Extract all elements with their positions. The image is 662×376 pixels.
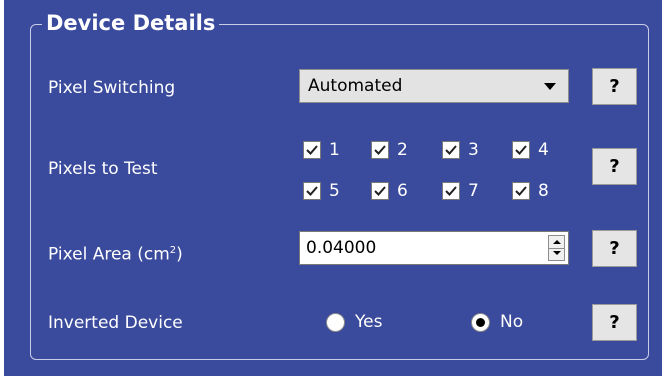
pixel-area-label-text: Pixel Area (cm xyxy=(48,244,170,265)
checkbox-checked-icon xyxy=(303,182,321,200)
pixel-area-value: 0.04000 xyxy=(306,238,377,258)
inverted-no-radio[interactable]: No xyxy=(471,310,523,334)
pixels-to-test-label: Pixels to Test xyxy=(48,159,158,179)
pixel-checkbox-6[interactable]: 6 xyxy=(371,180,408,202)
panel-left-edge xyxy=(0,0,4,376)
pixel-area-label-close: ) xyxy=(176,244,183,265)
checkbox-label: 2 xyxy=(397,140,408,160)
device-details-panel: Device Details Pixel Switching Automated… xyxy=(0,0,662,376)
radio-label-yes: Yes xyxy=(355,312,383,332)
inverted-device-label: Inverted Device xyxy=(48,313,183,333)
checkbox-checked-icon xyxy=(512,182,530,200)
chevron-down-icon xyxy=(544,83,556,90)
inverted-device-help-button[interactable]: ? xyxy=(592,304,637,341)
checkbox-label: 7 xyxy=(468,181,479,201)
spin-arrows xyxy=(548,235,565,261)
pixel-switching-select[interactable]: Automated xyxy=(299,69,569,103)
checkbox-checked-icon xyxy=(442,141,460,159)
checkbox-label: 3 xyxy=(468,140,479,160)
pixel-area-label: Pixel Area (cm2) xyxy=(48,240,183,266)
checkbox-label: 8 xyxy=(538,181,549,201)
radio-label-no: No xyxy=(500,312,524,332)
pixel-checkbox-5[interactable]: 5 xyxy=(303,180,340,202)
spin-down-icon[interactable] xyxy=(549,248,564,260)
checkbox-label: 6 xyxy=(397,181,408,201)
pixel-checkbox-1[interactable]: 1 xyxy=(303,139,340,161)
radio-unselected-icon xyxy=(326,312,345,332)
radio-selected-icon xyxy=(471,312,490,332)
checkbox-checked-icon xyxy=(371,141,389,159)
pixel-checkbox-2[interactable]: 2 xyxy=(371,139,408,161)
pixel-checkbox-3[interactable]: 3 xyxy=(442,139,479,161)
pixels-to-test-help-button[interactable]: ? xyxy=(592,148,637,185)
pixel-switching-value: Automated xyxy=(308,76,403,96)
pixel-checkbox-7[interactable]: 7 xyxy=(442,180,479,202)
pixel-checkbox-8[interactable]: 8 xyxy=(512,180,549,202)
checkbox-label: 4 xyxy=(538,140,549,160)
pixel-checkbox-4[interactable]: 4 xyxy=(512,139,549,161)
checkbox-label: 5 xyxy=(329,181,340,201)
checkbox-checked-icon xyxy=(371,182,389,200)
pixel-switching-help-button[interactable]: ? xyxy=(592,68,637,105)
pixel-area-help-button[interactable]: ? xyxy=(592,230,637,267)
checkbox-checked-icon xyxy=(303,141,321,159)
group-title: Device Details xyxy=(42,8,220,38)
checkbox-checked-icon xyxy=(442,182,460,200)
checkbox-checked-icon xyxy=(512,141,530,159)
checkbox-label: 1 xyxy=(329,140,340,160)
pixel-area-spinbox[interactable]: 0.04000 xyxy=(299,231,569,265)
inverted-yes-radio[interactable]: Yes xyxy=(326,310,382,334)
pixel-switching-label: Pixel Switching xyxy=(48,78,176,98)
